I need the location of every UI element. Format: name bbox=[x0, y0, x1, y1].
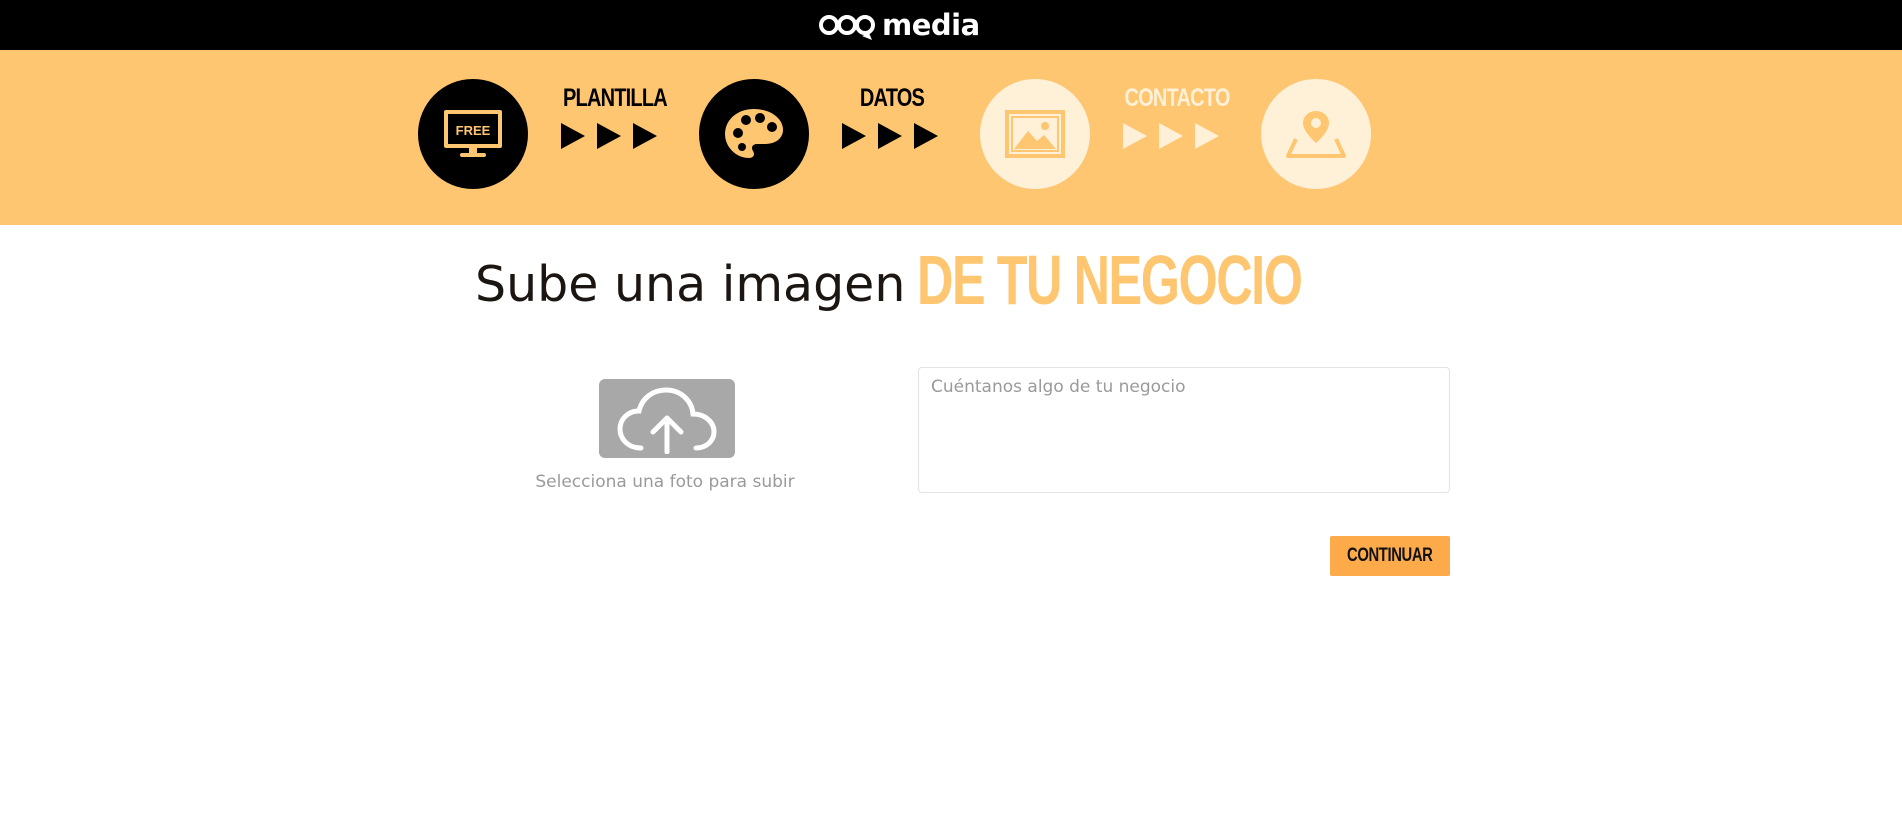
step-arrows-1 bbox=[561, 120, 657, 152]
step-label-plantilla: PLANTILLA bbox=[563, 84, 668, 112]
arrow-right-icon bbox=[842, 123, 866, 149]
arrow-right-icon bbox=[1195, 123, 1219, 149]
brand-logo[interactable]: media bbox=[818, 8, 980, 42]
monitor-free-icon: FREE bbox=[444, 110, 502, 157]
qdq-logo-icon bbox=[819, 15, 875, 40]
arrow-right-icon bbox=[597, 123, 621, 149]
arrow-right-icon bbox=[633, 123, 657, 149]
step-circle-imagen[interactable] bbox=[980, 79, 1090, 189]
image-icon bbox=[1005, 110, 1065, 158]
step-arrows-2 bbox=[842, 120, 938, 152]
step-label-contacto: CONTACTO bbox=[1124, 84, 1231, 112]
arrow-right-icon bbox=[878, 123, 902, 149]
page-title: Sube una imagen bbox=[475, 256, 906, 313]
free-badge-text: FREE bbox=[456, 123, 491, 138]
step-circle-contacto[interactable] bbox=[1261, 79, 1371, 189]
continue-button[interactable]: CONTINUAR bbox=[1330, 536, 1450, 576]
map-pin-icon bbox=[1286, 111, 1346, 158]
top-bar: media bbox=[0, 0, 1902, 50]
step-circle-datos[interactable] bbox=[699, 79, 809, 189]
arrow-right-icon bbox=[914, 123, 938, 149]
cloud-upload-icon bbox=[617, 386, 717, 454]
step-label-datos: DATOS bbox=[859, 84, 925, 112]
arrow-right-icon bbox=[561, 123, 585, 149]
brand-name: media bbox=[882, 8, 980, 42]
arrow-right-icon bbox=[1159, 123, 1183, 149]
step-arrows-3 bbox=[1123, 120, 1219, 152]
arrow-right-icon bbox=[1123, 123, 1147, 149]
palette-icon bbox=[725, 109, 783, 158]
upload-photo-button[interactable] bbox=[599, 379, 735, 458]
upload-caption[interactable]: Selecciona una foto para subir bbox=[520, 470, 810, 494]
step-circle-plantilla[interactable]: FREE bbox=[418, 79, 528, 189]
continue-button-label: CONTINUAR bbox=[1347, 545, 1433, 566]
page-title-accent: DE TU NEGOCIO bbox=[917, 241, 1303, 319]
steps-progress-bar: FREE PLANTILLA DATOS CONTACTO bbox=[0, 50, 1902, 225]
business-description-field[interactable] bbox=[918, 367, 1450, 493]
